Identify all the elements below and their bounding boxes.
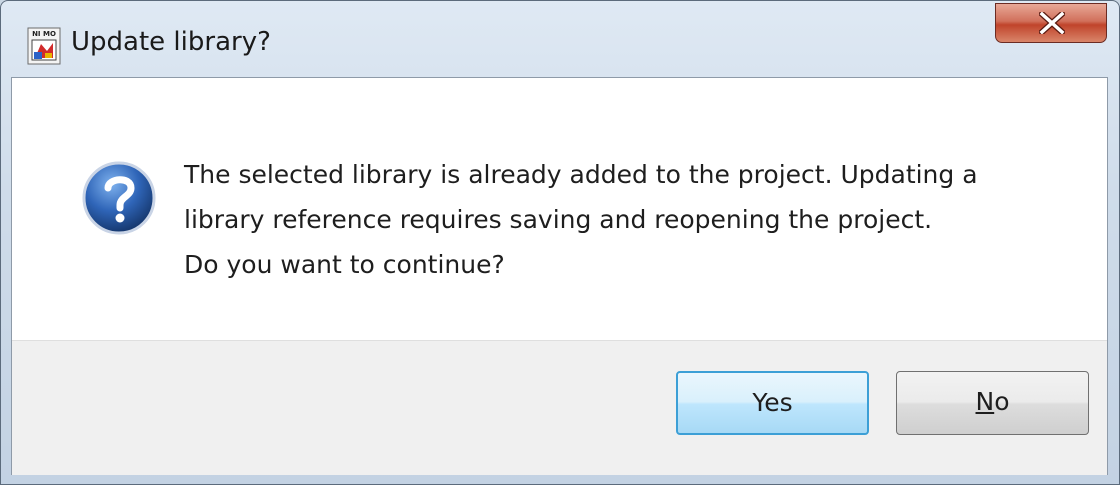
yes-button-label: Yes: [752, 388, 793, 417]
dialog-message: The selected library is already added to…: [184, 152, 1084, 287]
close-icon: [1039, 12, 1065, 34]
button-bar: Yes No: [12, 340, 1107, 475]
dialog-body: The selected library is already added to…: [11, 77, 1108, 475]
yes-button[interactable]: Yes: [676, 371, 869, 435]
title-bar[interactable]: NI MO Update library?: [1, 1, 1119, 77]
dialog-window: NI MO Update library? The selected libra…: [0, 0, 1120, 485]
close-button[interactable]: [995, 3, 1107, 43]
question-icon: [82, 161, 156, 235]
message-line-2: library reference requires saving and re…: [184, 205, 933, 234]
message-line-1: The selected library is already added to…: [184, 160, 978, 189]
app-icon: NI MO: [27, 27, 61, 65]
app-icon-label: NI MO: [32, 30, 56, 38]
no-button-mnemonic: N: [975, 387, 995, 416]
message-line-3: Do you want to continue?: [184, 250, 505, 279]
no-button[interactable]: No: [896, 371, 1089, 435]
no-button-label: o: [994, 387, 1010, 416]
window-title: Update library?: [71, 27, 271, 57]
